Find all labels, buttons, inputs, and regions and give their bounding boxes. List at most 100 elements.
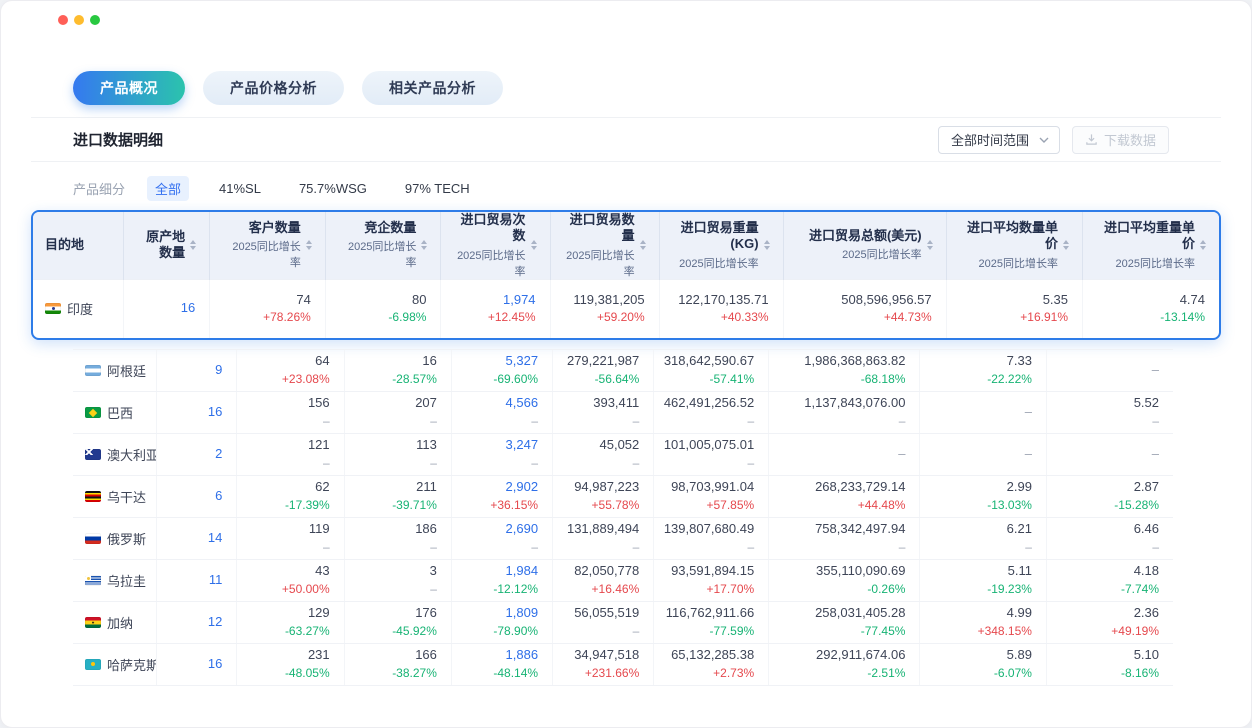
highlighted-table-section: 目的地原产地 数量客户数量2025同比增长率竞企数量2025同比增长率进口贸易次… [31, 210, 1221, 340]
cell-customers: 43+50.00% [237, 560, 344, 602]
table-row: 俄罗斯14119–186–2,690–131,889,494–139,807,6… [73, 518, 1173, 560]
cell-trade-amount: 355,110,090.69-0.26% [769, 560, 920, 602]
cell-trade-weight: 139,807,680.49– [654, 518, 769, 560]
flag-brazil-icon [85, 407, 101, 418]
origin-count-cell[interactable]: 11 [157, 560, 237, 602]
table-row: 乌拉圭1143+50.00%3–1,984-12.12%82,050,778+1… [73, 560, 1173, 602]
sort-icon[interactable] [764, 240, 771, 250]
cell-avg-qty-price: – [920, 434, 1047, 476]
filter-option-2[interactable]: 41%SL [211, 178, 269, 199]
cell-trade-amount: 268,233,729.14+44.48% [769, 476, 920, 518]
flag-uruguay-icon [85, 575, 101, 586]
column-header-3[interactable]: 竞企数量2025同比增长率 [325, 212, 441, 279]
cell-customers: 129-63.27% [237, 602, 344, 644]
column-header-9[interactable]: 进口平均重量单价2025同比增长率 [1083, 212, 1219, 279]
sort-icon[interactable] [927, 240, 934, 250]
cell-competitors: 186– [344, 518, 451, 560]
origin-count-cell[interactable]: 16 [123, 279, 210, 338]
chevron-down-icon [1039, 137, 1049, 143]
sort-icon[interactable] [421, 240, 428, 250]
cell-trade-count[interactable]: 1,974+12.45% [441, 279, 550, 338]
cell-trade-count[interactable]: 2,690– [451, 518, 552, 560]
cell-avg-qty-price: 6.21– [920, 518, 1047, 560]
cell-trade-count[interactable]: 5,327-69.60% [451, 350, 552, 392]
sort-icon[interactable] [1200, 240, 1207, 250]
cell-avg-qty-price: 4.99+348.15% [920, 602, 1047, 644]
cell-trade-amount: 258,031,405.28-77.45% [769, 602, 920, 644]
tab-1[interactable]: 产品概况 [73, 71, 185, 105]
origin-count-cell[interactable]: 6 [157, 476, 237, 518]
cell-competitors: 207– [344, 392, 451, 434]
cell-trade-count[interactable]: 3,247– [451, 434, 552, 476]
cell-avg-weight-price: 2.36+49.19% [1046, 602, 1173, 644]
cell-trade-amount: 1,986,368,863.82-68.18% [769, 350, 920, 392]
country-name: 乌干达 [107, 490, 146, 505]
segment-filter: 产品细分 全部41%SL75.7%WSG97% TECH [73, 175, 1221, 201]
destination-cell: 乌干达 [73, 476, 157, 518]
column-header-2[interactable]: 客户数量2025同比增长率 [210, 212, 326, 279]
filter-option-3[interactable]: 75.7%WSG [291, 178, 375, 199]
section-header: 进口数据明细 全部时间范围 下载数据 [31, 118, 1221, 162]
minimize-window-icon[interactable] [74, 15, 84, 25]
cell-trade-count[interactable]: 1,886-48.14% [451, 644, 552, 686]
column-header-7[interactable]: 进口贸易总额(美元)2025同比增长率 [783, 212, 946, 279]
data-table: 阿根廷964+23.08%16-28.57%5,327-69.60%279,22… [73, 349, 1173, 686]
time-range-select[interactable]: 全部时间范围 [938, 126, 1060, 154]
origin-count-cell[interactable]: 2 [157, 434, 237, 476]
country-name: 加纳 [107, 616, 133, 631]
sort-icon[interactable] [306, 240, 313, 250]
cell-trade-weight: 318,642,590.67-57.41% [654, 350, 769, 392]
origin-count-cell[interactable]: 14 [157, 518, 237, 560]
cell-trade-amount: 508,596,956.57+44.73% [783, 279, 946, 338]
table-row: 哈萨克斯坦16231-48.05%166-38.27%1,886-48.14%3… [73, 644, 1173, 686]
column-header-6[interactable]: 进口贸易重量(KG)2025同比增长率 [659, 212, 783, 279]
destination-cell: 乌拉圭 [73, 560, 157, 602]
cell-customers: 62-17.39% [237, 476, 344, 518]
main-content: 产品概况产品价格分析相关产品分析 进口数据明细 全部时间范围 下载数据 产品细分… [1, 1, 1251, 686]
origin-count-cell[interactable]: 16 [157, 392, 237, 434]
cell-trade-count[interactable]: 2,902+36.15% [451, 476, 552, 518]
cell-trade-qty: 393,411– [553, 392, 654, 434]
cell-avg-qty-price: – [920, 392, 1047, 434]
page-title: 进口数据明细 [73, 129, 163, 150]
country-name: 阿根廷 [107, 364, 146, 379]
cell-trade-count[interactable]: 4,566– [451, 392, 552, 434]
table-row: 澳大利亚2121–113–3,247–45,052–101,005,075.01… [73, 434, 1173, 476]
cell-trade-weight: 116,762,911.66-77.59% [654, 602, 769, 644]
cell-trade-weight: 93,591,894.15+17.70% [654, 560, 769, 602]
highlight-table: 目的地原产地 数量客户数量2025同比增长率竞企数量2025同比增长率进口贸易次… [33, 212, 1219, 338]
column-header-8[interactable]: 进口平均数量单价2025同比增长率 [946, 212, 1082, 279]
sort-icon[interactable] [1063, 240, 1070, 250]
sort-icon[interactable] [531, 240, 538, 250]
cell-trade-count[interactable]: 1,809-78.90% [451, 602, 552, 644]
origin-count-cell[interactable]: 9 [157, 350, 237, 392]
cell-trade-qty: 131,889,494– [553, 518, 654, 560]
filter-options: 全部 41%SL 75.7%WSG 97% TECH [147, 176, 478, 201]
destination-cell: 俄罗斯 [73, 518, 157, 560]
filter-option-4[interactable]: 97% TECH [397, 178, 478, 199]
cell-competitors: 176-45.92% [344, 602, 451, 644]
maximize-window-icon[interactable] [90, 15, 100, 25]
cell-trade-amount: 758,342,497.94– [769, 518, 920, 560]
cell-trade-qty: 56,055,519– [553, 602, 654, 644]
cell-avg-weight-price: – [1046, 434, 1173, 476]
close-window-icon[interactable] [58, 15, 68, 25]
filter-option-1[interactable]: 全部 [147, 176, 189, 201]
sort-icon[interactable] [640, 240, 647, 250]
column-header-5[interactable]: 进口贸易数量2025同比增长率 [550, 212, 659, 279]
tab-3[interactable]: 相关产品分析 [362, 71, 503, 105]
sort-icon[interactable] [190, 240, 197, 250]
tab-2[interactable]: 产品价格分析 [203, 71, 344, 105]
window-controls [58, 15, 100, 25]
country-name: 澳大利亚 [107, 448, 157, 463]
origin-count-cell[interactable]: 16 [157, 644, 237, 686]
destination-cell: 哈萨克斯坦 [73, 644, 157, 686]
cell-customers: 156– [237, 392, 344, 434]
cell-trade-count[interactable]: 1,984-12.12% [451, 560, 552, 602]
column-header-1[interactable]: 原产地 数量 [123, 212, 210, 279]
app-window: 产品概况产品价格分析相关产品分析 进口数据明细 全部时间范围 下载数据 产品细分… [0, 0, 1252, 728]
download-data-button[interactable]: 下载数据 [1072, 126, 1169, 154]
download-icon [1085, 133, 1098, 146]
column-header-4[interactable]: 进口贸易次数2025同比增长率 [441, 212, 550, 279]
origin-count-cell[interactable]: 12 [157, 602, 237, 644]
